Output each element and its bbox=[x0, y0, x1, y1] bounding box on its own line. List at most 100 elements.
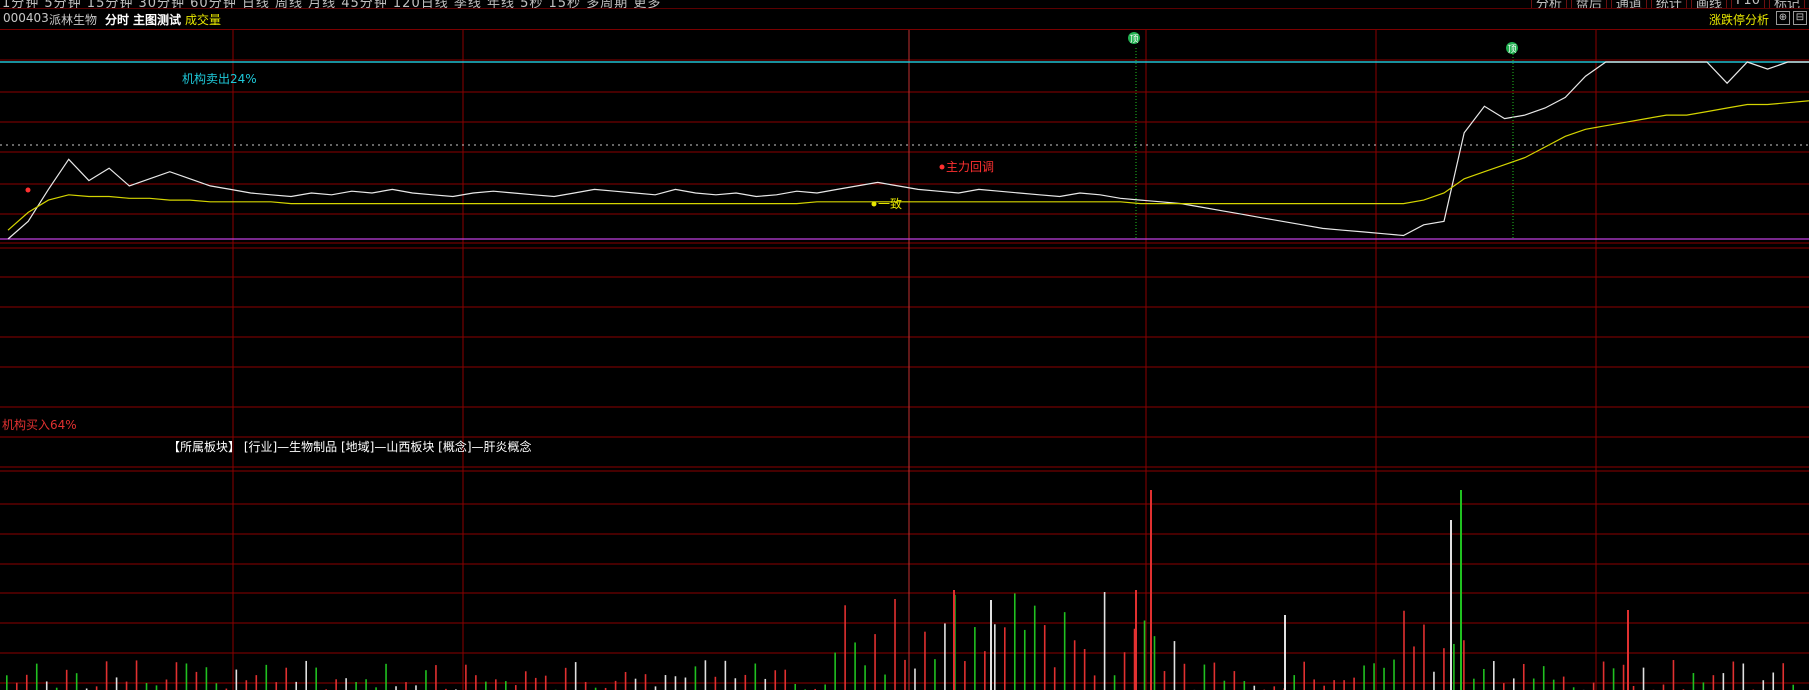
volume-bar-74 bbox=[744, 674, 747, 690]
volume-bar-69 bbox=[694, 666, 697, 690]
volume-bar-51 bbox=[514, 685, 517, 690]
volume-bar-83 bbox=[834, 652, 836, 690]
volume-bar-140 bbox=[1403, 610, 1405, 690]
menu-button-1[interactable]: 盘后 bbox=[1570, 0, 1607, 8]
volume-bar-70 bbox=[704, 660, 707, 690]
volume-bar-58 bbox=[584, 681, 587, 690]
volume-bar-24 bbox=[245, 680, 248, 690]
volume-spike-5 bbox=[953, 590, 955, 690]
volume-bar-131 bbox=[1313, 679, 1315, 690]
volume-bar-105 bbox=[1053, 667, 1056, 690]
main-force-label: 主力回调 bbox=[946, 160, 994, 174]
volume-bar-29 bbox=[295, 681, 298, 690]
volume-bar-125 bbox=[1253, 685, 1256, 690]
menu-bar: 1分钟 5分钟 15分钟 30分钟 60分钟 日线 周线 月线 45分钟 120… bbox=[0, 0, 1809, 9]
volume-bar-134 bbox=[1343, 680, 1345, 690]
stock-name: 派林生物 bbox=[49, 13, 98, 27]
volume-bar-127 bbox=[1273, 686, 1276, 690]
institution-sell-label: 机构卖出24% bbox=[182, 72, 257, 86]
volume-bar-103 bbox=[1033, 605, 1036, 690]
volume-bar-35 bbox=[355, 681, 357, 690]
volume-bar-17 bbox=[175, 662, 178, 690]
volume-bar-11 bbox=[115, 677, 118, 690]
volume-bar-33 bbox=[335, 679, 337, 690]
volume-bar-50 bbox=[505, 681, 507, 690]
volume-bar-49 bbox=[495, 679, 497, 690]
volume-bar-179 bbox=[1792, 684, 1795, 690]
intraday-chart: 顶顶主力回调一致 bbox=[0, 30, 1809, 690]
volume-bar-171 bbox=[1712, 675, 1715, 690]
volume-bar-77 bbox=[774, 670, 777, 690]
menu-button-5[interactable]: F10 bbox=[1730, 0, 1765, 8]
volume-bar-92 bbox=[924, 631, 926, 690]
volume-bar-151 bbox=[1512, 678, 1515, 690]
volume-spike-4 bbox=[990, 600, 992, 690]
menu-button-4[interactable]: 画线 bbox=[1690, 0, 1727, 8]
chart-type-label[interactable]: 分时 bbox=[105, 11, 129, 28]
top-badge-text-1: 顶 bbox=[1507, 44, 1516, 55]
volume-bar-63 bbox=[634, 678, 637, 690]
menu-button-6[interactable]: 标记 bbox=[1768, 0, 1805, 8]
signal-dot-start bbox=[25, 187, 31, 193]
volume-bar-94 bbox=[944, 623, 946, 690]
volume-bar-170 bbox=[1702, 682, 1705, 690]
volume-bar-64 bbox=[644, 674, 647, 690]
volume-bar-72 bbox=[724, 660, 727, 690]
volume-bar-156 bbox=[1562, 676, 1565, 690]
volume-bar-67 bbox=[674, 676, 677, 690]
sector-info: 【所属板块】 [行业]—生物制品 [地域]—山西板块 [概念]—肝炎概念 bbox=[168, 440, 532, 454]
limit-analysis-button[interactable]: 涨跌停分析 bbox=[1709, 11, 1769, 28]
volume-bar-42 bbox=[425, 670, 427, 690]
volume-bar-149 bbox=[1493, 661, 1495, 690]
volume-bar-6 bbox=[65, 669, 68, 690]
volume-bar-66 bbox=[664, 675, 667, 690]
volume-bar-117 bbox=[1173, 641, 1176, 690]
volume-bar-177 bbox=[1772, 672, 1775, 690]
volume-bar-121 bbox=[1213, 662, 1216, 690]
volume-tab[interactable]: 成交量 bbox=[185, 11, 221, 28]
volume-bar-68 bbox=[684, 677, 687, 690]
volume-bar-79 bbox=[794, 683, 797, 690]
volume-bar-23 bbox=[235, 669, 238, 690]
chart-title-bar: 000403 派林生物 分时 主图测试 成交量 涨跌停分析 ⊕ ⊟ bbox=[0, 9, 1809, 30]
volume-bar-142 bbox=[1423, 624, 1425, 690]
volume-bar-120 bbox=[1203, 664, 1206, 690]
volume-bar-155 bbox=[1552, 679, 1555, 690]
volume-bar-116 bbox=[1163, 671, 1166, 690]
volume-bar-163 bbox=[1632, 685, 1635, 690]
volume-bar-111 bbox=[1113, 675, 1116, 690]
volume-bar-109 bbox=[1093, 675, 1096, 690]
volume-bar-89 bbox=[894, 598, 896, 690]
volume-bar-173 bbox=[1732, 661, 1735, 690]
volume-bar-73 bbox=[734, 678, 737, 690]
main-chart-tab[interactable]: 主图测试 bbox=[133, 11, 181, 28]
volume-spike-6 bbox=[1135, 590, 1137, 690]
volume-bar-154 bbox=[1542, 666, 1545, 690]
volume-bar-14 bbox=[145, 683, 148, 690]
volume-bar-52 bbox=[524, 671, 527, 690]
volume-spike-3 bbox=[1627, 610, 1629, 690]
institution-buy-label: 机构买入64% bbox=[2, 418, 77, 432]
menu-button-2[interactable]: 通道 bbox=[1610, 0, 1647, 8]
volume-bar-86 bbox=[864, 665, 866, 690]
volume-bar-118 bbox=[1183, 663, 1186, 690]
volume-bar-169 bbox=[1692, 673, 1695, 690]
volume-bar-150 bbox=[1503, 683, 1505, 690]
consistent-label: 一致 bbox=[878, 197, 902, 211]
volume-bar-56 bbox=[564, 667, 567, 690]
panel-toggle-icon[interactable]: ⊟ bbox=[1793, 11, 1807, 25]
menu-button-3[interactable]: 统计 bbox=[1650, 0, 1687, 8]
menu-button-0[interactable]: 分析 bbox=[1530, 0, 1567, 8]
volume-bar-13 bbox=[135, 660, 138, 690]
zoom-in-icon[interactable]: ⊕ bbox=[1776, 11, 1790, 25]
volume-bar-4 bbox=[45, 681, 48, 690]
volume-bar-38 bbox=[385, 663, 387, 690]
volume-bar-71 bbox=[714, 676, 717, 690]
period-menu[interactable]: 1分钟 5分钟 15分钟 30分钟 60分钟 日线 周线 月线 45分钟 120… bbox=[2, 0, 661, 8]
volume-bar-43 bbox=[435, 665, 437, 690]
volume-bar-172 bbox=[1722, 673, 1725, 690]
volume-bar-27 bbox=[275, 682, 278, 690]
volume-bar-15 bbox=[155, 685, 158, 690]
volume-bar-164 bbox=[1642, 667, 1645, 690]
volume-bar-12 bbox=[125, 681, 128, 690]
